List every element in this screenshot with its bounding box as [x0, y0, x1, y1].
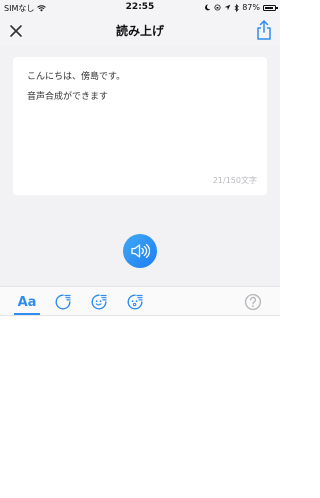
- battery-icon: [263, 4, 278, 11]
- help-icon: [244, 293, 262, 311]
- bluetooth-icon: [234, 3, 239, 12]
- speed-button[interactable]: [52, 291, 74, 313]
- voice-toolbar: Aa: [0, 286, 280, 316]
- moon-icon: [205, 4, 211, 11]
- speak-button[interactable]: [123, 234, 157, 268]
- status-right: 87%: [204, 3, 278, 12]
- voice-happy-icon: [91, 294, 107, 310]
- location-icon: [224, 4, 231, 11]
- tab-font-indicator: [14, 313, 40, 315]
- orientation-lock-icon: [214, 4, 221, 11]
- battery-percent: 87%: [242, 3, 260, 12]
- editor-line-2: 音声合成ができます: [27, 92, 109, 102]
- help-button[interactable]: [242, 291, 264, 313]
- page-title: 読み上げ: [115, 24, 164, 38]
- text-editor[interactable]: こんにちは、傍島です。 音声合成ができます 21/150文字: [13, 57, 267, 195]
- speaker-icon: [131, 243, 150, 259]
- tab-font[interactable]: Aa: [16, 291, 38, 313]
- voice-emotion-icon: [127, 294, 143, 310]
- editor-line-1: こんにちは、傍島です。: [27, 72, 126, 82]
- status-bar: SIMなし 22:55 87%: [0, 0, 280, 16]
- voice-emotion-button[interactable]: [124, 291, 146, 313]
- option-panel: [0, 317, 280, 498]
- speed-icon: [55, 294, 71, 310]
- voice-happy-button[interactable]: [88, 291, 110, 313]
- char-counter: 21/150文字: [212, 176, 257, 185]
- share-icon[interactable]: [254, 19, 274, 41]
- nav-bar: 読み上げ: [0, 16, 280, 46]
